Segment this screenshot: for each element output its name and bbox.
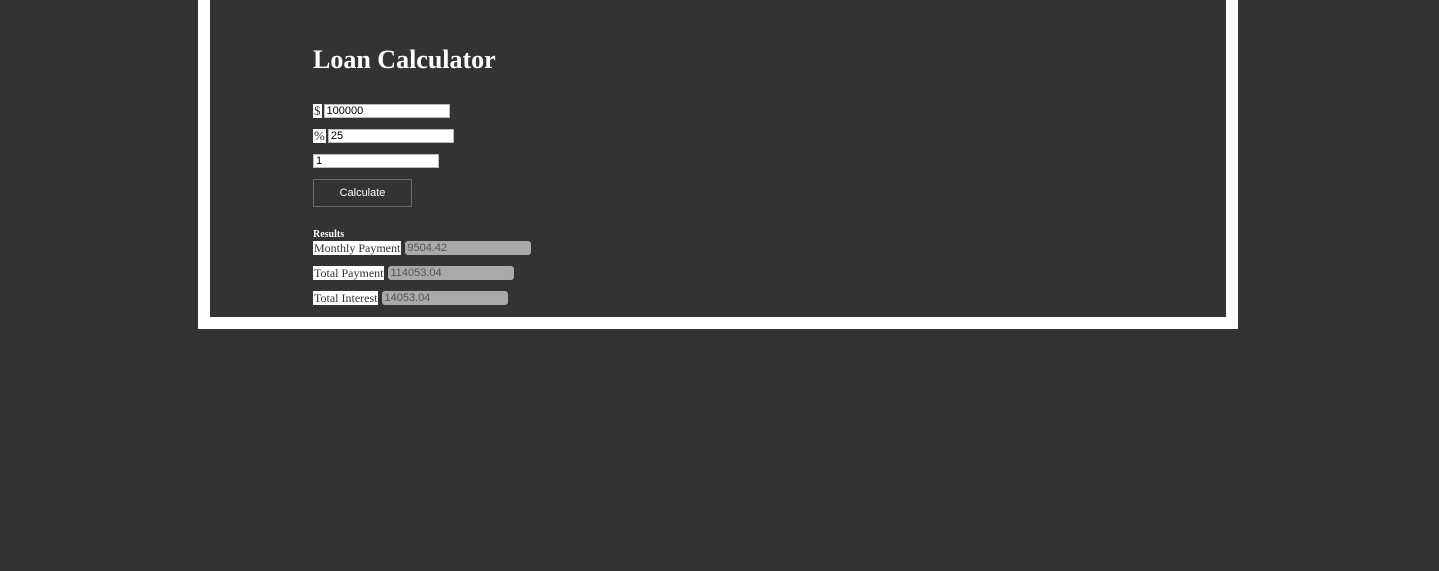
- results-heading: Results: [313, 229, 345, 240]
- years-row: [313, 153, 439, 169]
- calculator-panel: Loan Calculator $ % Calculate Results Mo…: [210, 0, 1226, 317]
- monthly-payment-output: [405, 241, 532, 255]
- calculate-button[interactable]: Calculate: [313, 179, 412, 207]
- total-interest-row: Total Interest: [313, 290, 509, 306]
- total-payment-label: Total Payment: [313, 266, 385, 280]
- total-payment-row: Total Payment: [313, 265, 515, 281]
- dollar-prefix-label: $: [313, 103, 322, 118]
- page-title: Loan Calculator: [313, 45, 496, 74]
- monthly-payment-label: Monthly Payment: [313, 241, 402, 255]
- monthly-payment-row: Monthly Payment: [313, 240, 532, 256]
- interest-rate-input[interactable]: [327, 129, 454, 143]
- loan-amount-row: $: [313, 103, 450, 119]
- total-interest-output: [382, 291, 509, 305]
- interest-row: %: [313, 128, 454, 144]
- loan-amount-input[interactable]: [323, 104, 450, 118]
- percent-prefix-label: %: [313, 128, 326, 143]
- total-interest-label: Total Interest: [313, 291, 379, 305]
- page-frame: Loan Calculator $ % Calculate Results Mo…: [198, 0, 1238, 329]
- years-input[interactable]: [313, 154, 439, 168]
- total-payment-output: [388, 266, 515, 280]
